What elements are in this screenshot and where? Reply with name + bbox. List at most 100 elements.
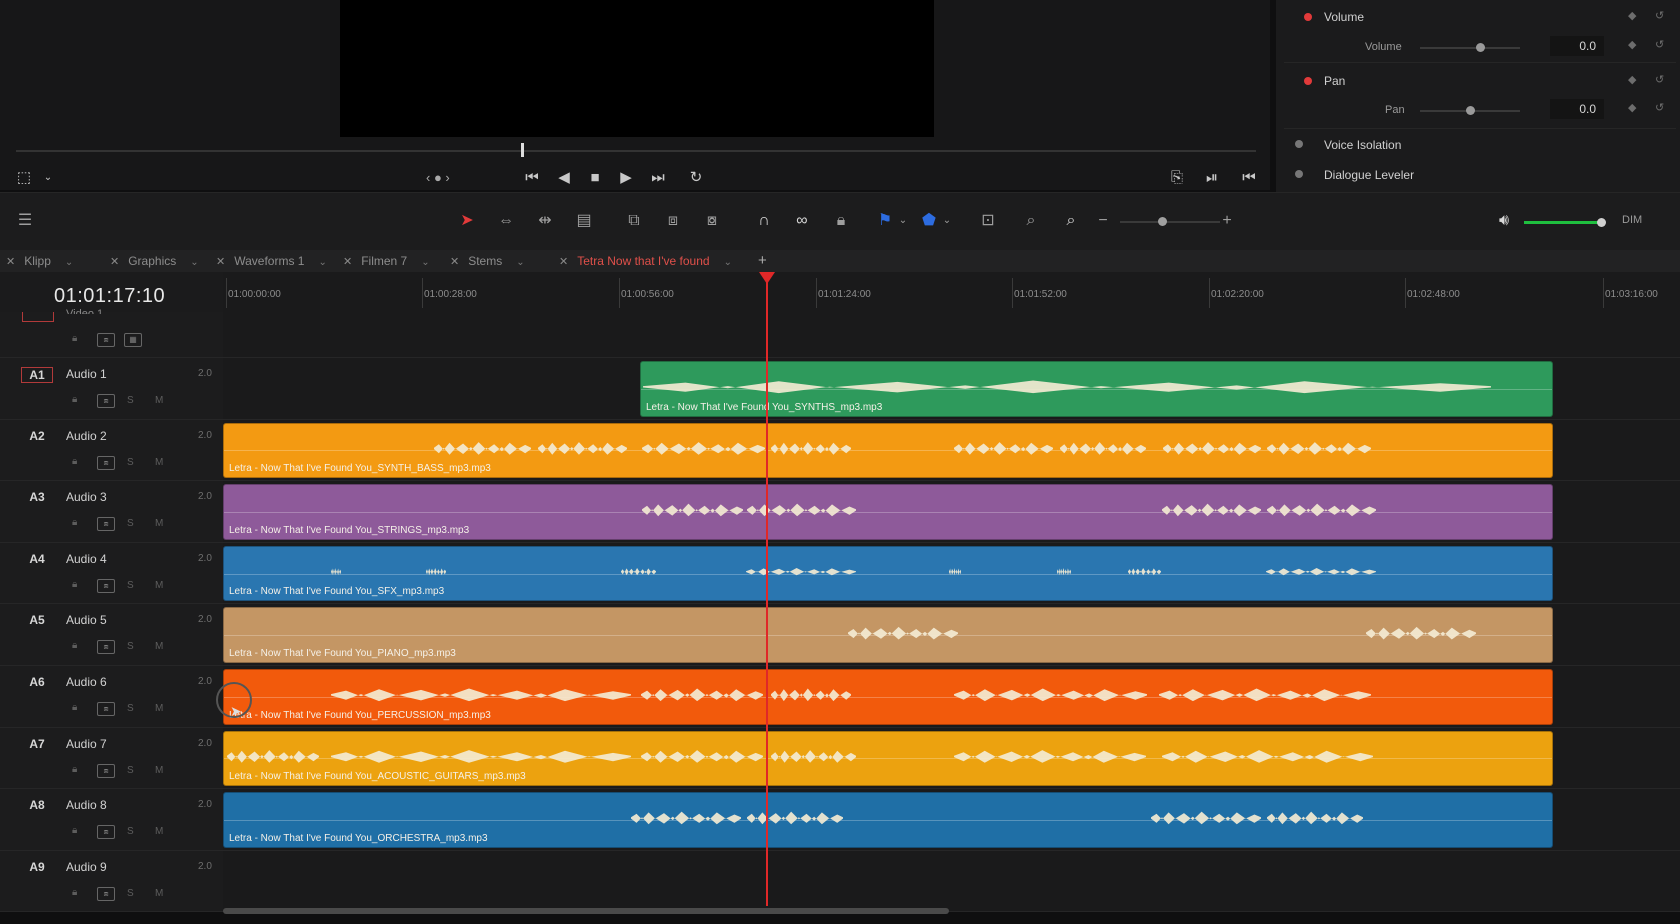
volume-value-field[interactable]: 0.0 — [1550, 36, 1604, 56]
chevron-down-icon[interactable]: ⌄ — [65, 257, 73, 268]
close-icon[interactable]: ✕ — [450, 256, 459, 268]
solo-button[interactable]: S — [127, 457, 134, 468]
zoom-detail-icon[interactable]: ⌕ — [1018, 208, 1044, 234]
voice-isolation-toggle[interactable] — [1295, 140, 1303, 148]
solo-button[interactable]: S — [127, 703, 134, 714]
mute-button[interactable]: M — [155, 703, 163, 714]
auto-select-icon[interactable]: ⧈ — [97, 333, 115, 347]
audio-clip[interactable]: Letra - Now That I've Found You_SYNTH_BA… — [223, 422, 1553, 479]
lock-icon[interactable]: 🔒︎ — [72, 517, 77, 528]
close-icon[interactable]: ✕ — [343, 256, 352, 268]
snapping-icon[interactable]: ∩ — [751, 208, 777, 234]
keyframe-icon[interactable]: ◆ — [1628, 9, 1636, 22]
chevron-down-icon[interactable]: ⌄ — [516, 257, 524, 268]
zoom-out-button[interactable]: − — [1090, 208, 1116, 234]
chevron-down-icon[interactable]: ⌄ — [934, 208, 960, 234]
clip-nav[interactable]: ‹ ● › — [426, 170, 450, 185]
mute-button[interactable]: M — [155, 395, 163, 406]
zoom-full-icon[interactable]: ⊡ — [975, 208, 1001, 234]
solo-button[interactable]: S — [127, 641, 134, 652]
monitor-volume-slider[interactable] — [1524, 221, 1602, 224]
lock-icon[interactable]: 🔒︎ — [72, 333, 77, 344]
add-tab-button[interactable]: + — [758, 250, 767, 272]
track-name[interactable]: Audio 5 — [66, 613, 107, 627]
keyframe-icon[interactable]: ◆ — [1628, 101, 1636, 114]
blade-tool-icon[interactable]: ▤ — [571, 208, 597, 234]
solo-button[interactable]: S — [127, 395, 134, 406]
zoom-in-button[interactable]: + — [1214, 208, 1240, 234]
auto-select-icon[interactable]: ⧈ — [97, 763, 115, 778]
mute-button[interactable]: M — [155, 580, 163, 591]
next-edit-icon[interactable]: ⏯ — [1200, 168, 1224, 188]
play-icon[interactable]: ▶ — [614, 168, 638, 188]
lock-icon[interactable]: 🔒︎ — [72, 825, 77, 836]
link-icon[interactable]: ∞ — [789, 208, 815, 234]
lock-icon[interactable]: 🔒︎ — [72, 394, 77, 405]
playhead[interactable] — [766, 272, 768, 906]
auto-select-icon[interactable]: ⧈ — [97, 394, 115, 408]
track-name[interactable]: Audio 1 — [66, 367, 107, 381]
monitor-volume-knob[interactable] — [1597, 218, 1606, 227]
mute-button[interactable]: M — [155, 518, 163, 529]
film-icon[interactable]: ▦ — [124, 333, 142, 347]
audio-clip[interactable]: Letra - Now That I've Found You_STRINGS_… — [223, 484, 1553, 540]
auto-select-icon[interactable]: ⧈ — [97, 640, 115, 655]
skip-start-icon[interactable]: ⏮ — [520, 168, 544, 188]
solo-button[interactable]: S — [127, 888, 134, 899]
match-frame-icon[interactable]: ⎘ — [1165, 168, 1189, 188]
track-name[interactable]: Audio 4 — [66, 552, 107, 566]
reset-icon[interactable]: ↺ — [1655, 73, 1664, 86]
auto-select-icon[interactable]: ⧈ — [97, 455, 115, 470]
step-back-icon[interactable]: ◀ — [552, 168, 576, 188]
volume-enable-toggle[interactable] — [1304, 13, 1312, 21]
pan-enable-toggle[interactable] — [1304, 77, 1312, 85]
selection-tool-icon[interactable]: ➤ — [454, 208, 480, 234]
tab-filmen-7[interactable]: ✕ Filmen 7 ⌄ — [343, 250, 430, 272]
mute-button[interactable]: M — [155, 641, 163, 652]
pan-value-field[interactable]: 0.0 — [1550, 99, 1604, 119]
lock-icon[interactable]: 🔒︎ — [72, 579, 77, 590]
video-preview[interactable] — [340, 0, 934, 137]
close-icon[interactable]: ✕ — [216, 256, 225, 268]
lock-icon[interactable]: 🔒︎ — [72, 456, 77, 467]
prev-edit-icon[interactable]: ⏮ — [1237, 168, 1261, 188]
timeline-timecode[interactable]: 01:01:17:10 — [54, 285, 165, 308]
solo-button[interactable]: S — [127, 580, 134, 591]
dialogue-leveler-toggle[interactable] — [1295, 170, 1303, 178]
playhead-handle[interactable] — [759, 272, 775, 284]
viewer-scrubber[interactable] — [16, 150, 1256, 152]
trim-tool-icon[interactable]: ⇔ — [493, 208, 519, 234]
stop-icon[interactable]: ■ — [583, 168, 607, 188]
lock-icon[interactable]: 🔒︎ — [72, 640, 77, 651]
chevron-down-icon[interactable]: ⌄ — [421, 257, 429, 268]
volume-slider-knob[interactable] — [1476, 43, 1485, 52]
track-name[interactable]: Audio 7 — [66, 737, 107, 751]
lock-icon[interactable]: 🔒︎ — [72, 702, 77, 713]
dim-button[interactable]: DIM — [1622, 214, 1642, 226]
loop-icon[interactable]: ↻ — [684, 168, 708, 188]
lock-icon[interactable]: 🔒︎ — [72, 887, 77, 898]
chevron-down-icon[interactable]: ⌄ — [36, 168, 60, 188]
dynamic-trim-icon[interactable]: ⇹ — [532, 208, 558, 234]
lock-icon[interactable]: 🔒︎ — [828, 208, 854, 234]
mute-button[interactable]: M — [155, 765, 163, 776]
track-name[interactable]: Audio 8 — [66, 798, 107, 812]
audio-clip[interactable]: Letra - Now That I've Found You_ACOUSTIC… — [223, 730, 1553, 787]
auto-select-icon[interactable]: ⧈ — [97, 517, 115, 532]
zoom-custom-icon[interactable]: ⌕ — [1058, 208, 1084, 234]
audio-clip[interactable]: Letra - Now That I've Found You_PERCUSSI… — [223, 669, 1553, 725]
solo-button[interactable]: S — [127, 518, 134, 529]
tab-tetra-now-that-ive-found[interactable]: ✕ Tetra Now that I've found ⌄ — [559, 250, 732, 272]
zoom-slider-knob[interactable] — [1158, 217, 1167, 226]
audio-clip[interactable]: Letra - Now That I've Found You_ORCHESTR… — [223, 792, 1553, 848]
replace-clip-icon[interactable]: ⧇ — [699, 208, 725, 234]
auto-select-icon[interactable]: ⧈ — [97, 886, 115, 901]
tab-stems[interactable]: ✕ Stems ⌄ — [450, 250, 525, 272]
audio-clip[interactable]: Letra - Now That I've Found You_SFX_mp3.… — [223, 545, 1553, 602]
layout-icon[interactable]: ☰ — [12, 208, 38, 234]
auto-select-icon[interactable]: ⧈ — [97, 578, 115, 593]
pan-slider-knob[interactable] — [1466, 106, 1475, 115]
track-name[interactable]: Audio 3 — [66, 490, 107, 504]
reset-icon[interactable]: ↺ — [1655, 9, 1664, 22]
speaker-icon[interactable]: 🔊︎ — [1491, 208, 1517, 234]
